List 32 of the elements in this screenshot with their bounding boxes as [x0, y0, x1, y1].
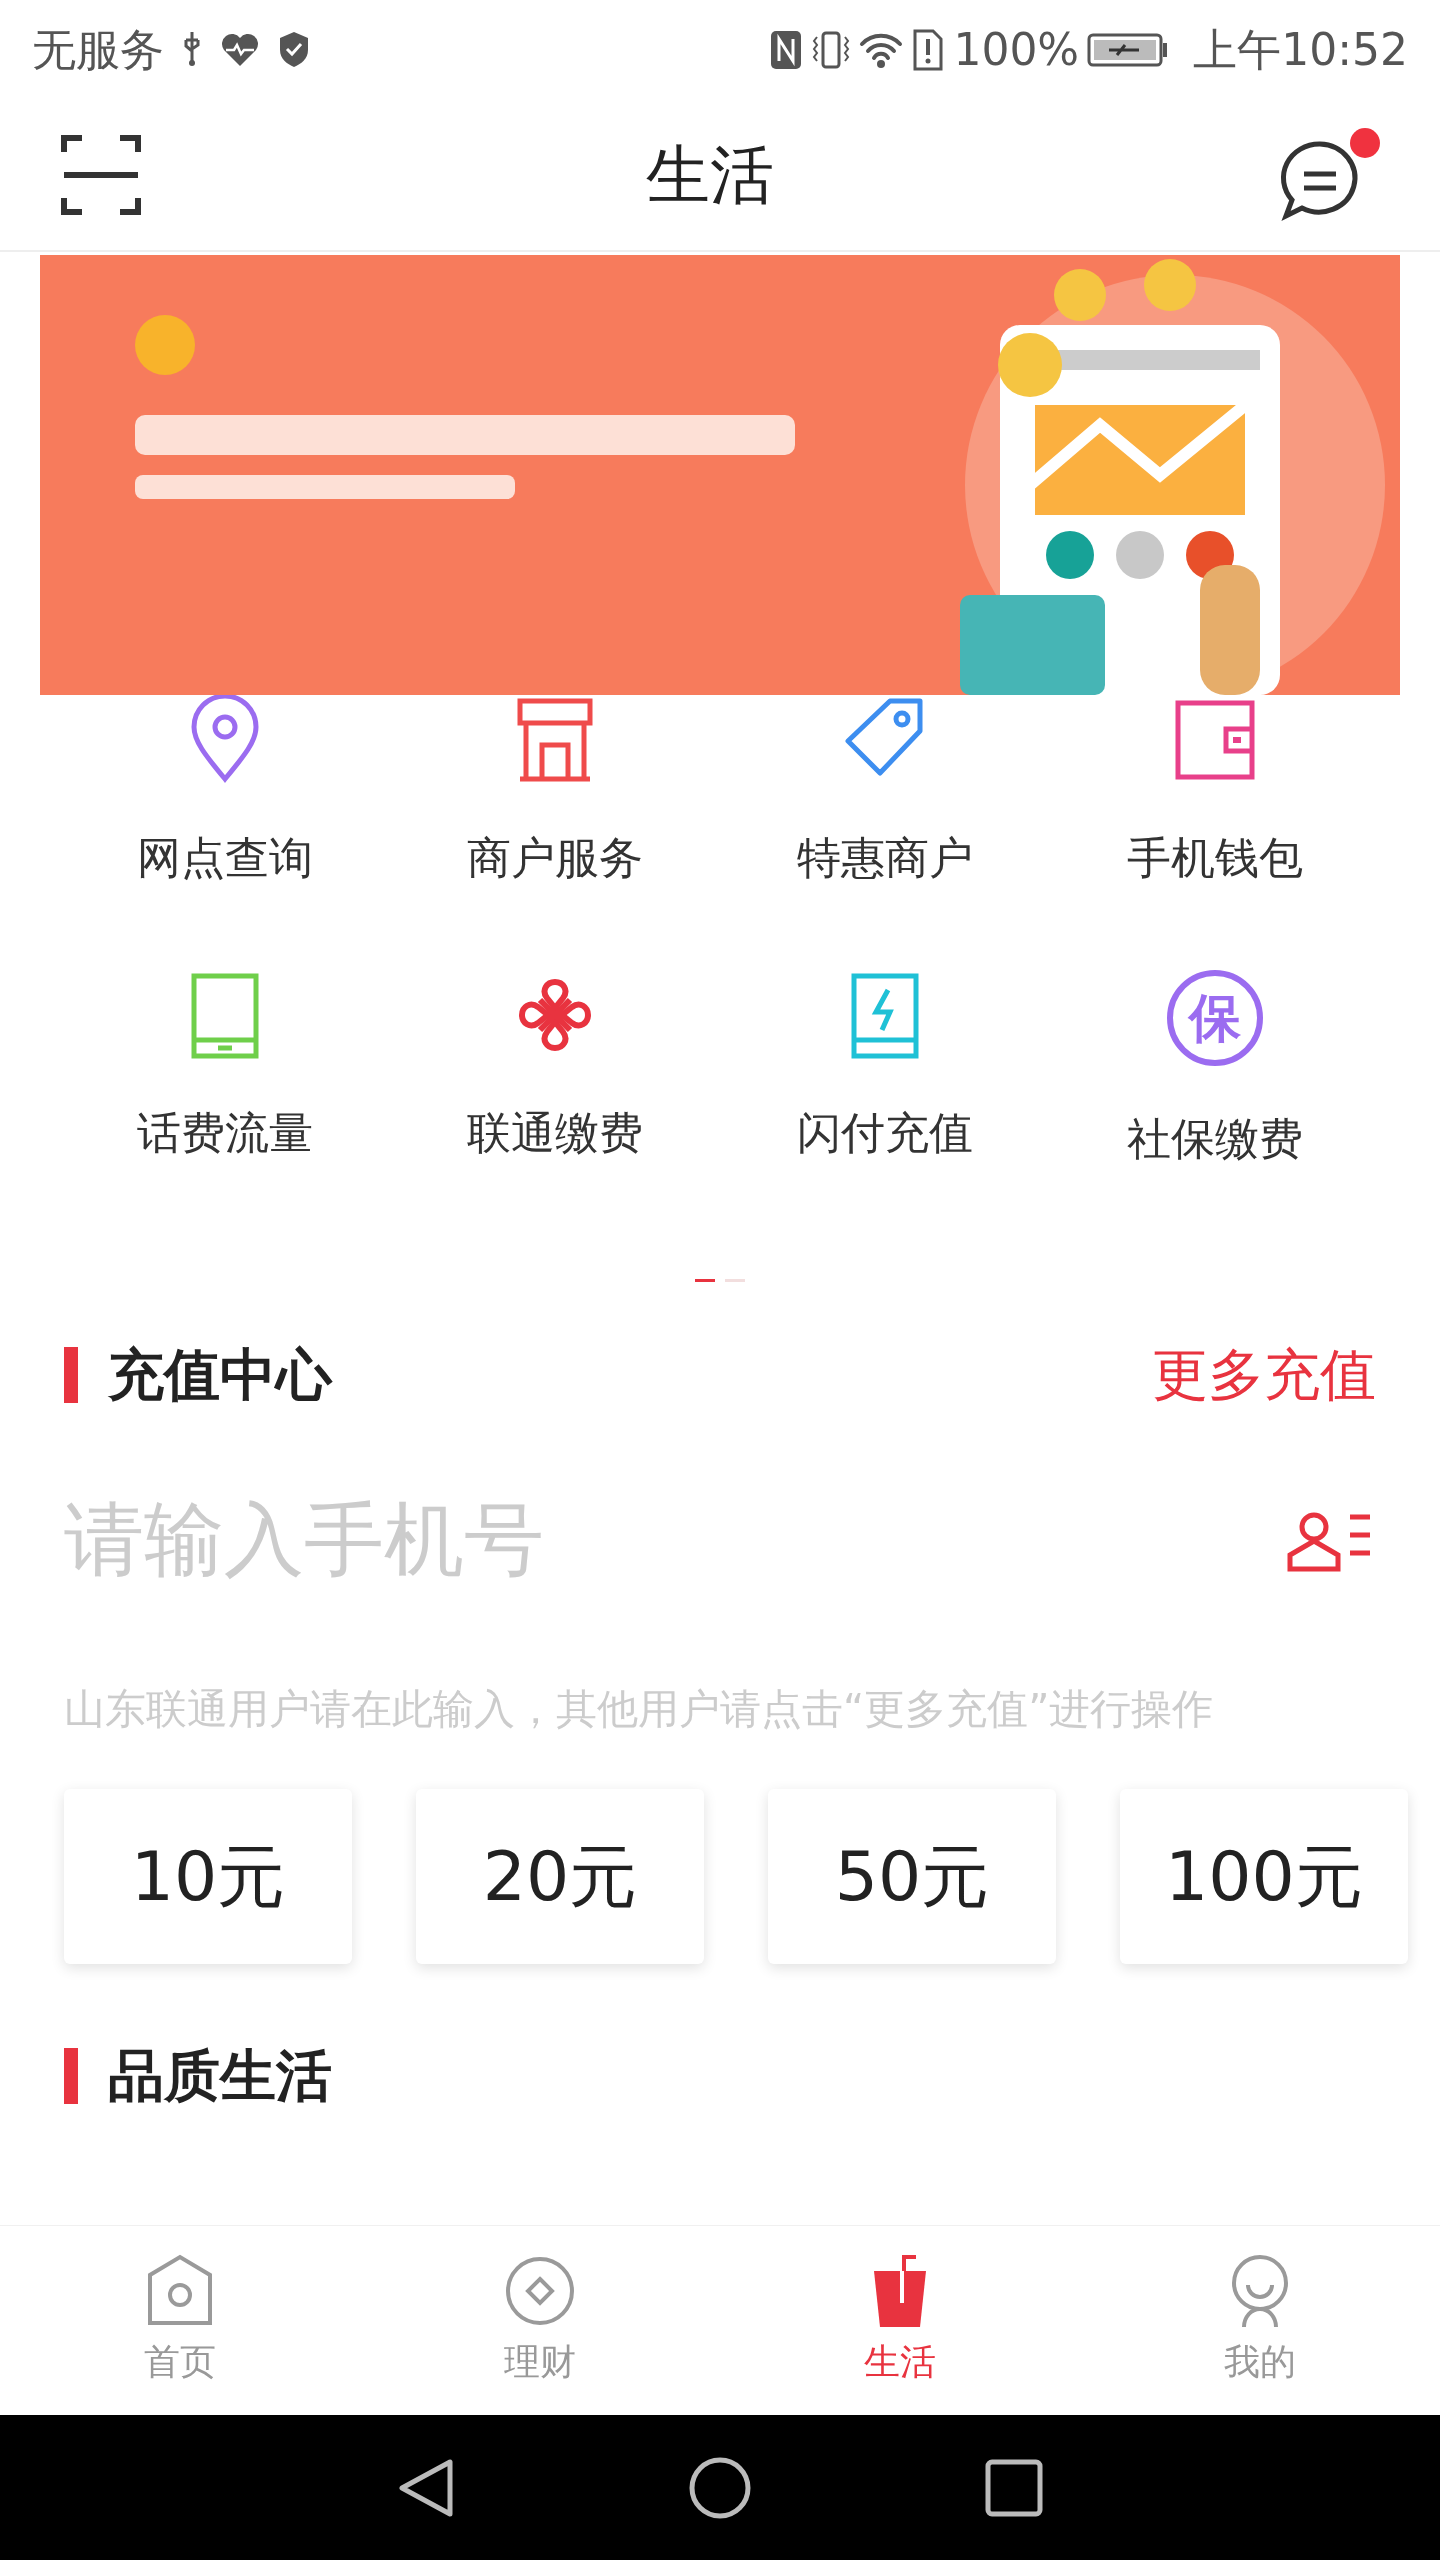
scan-icon — [60, 134, 142, 216]
amount-button[interactable]: 10元 — [64, 1789, 352, 1964]
battery-text: 100% — [953, 23, 1080, 77]
clock-text: 上午10:52 — [1193, 23, 1408, 77]
messages-button[interactable] — [1278, 128, 1380, 222]
service-item[interactable]: 网点查询 — [60, 695, 390, 970]
home-button[interactable] — [688, 2455, 752, 2520]
carrier-text: 无服务 — [32, 23, 164, 77]
home-circle-icon — [688, 2455, 752, 2520]
section-title: 品质生活 — [108, 2042, 332, 2110]
service-item[interactable]: 话费流量 — [60, 970, 390, 1245]
tab[interactable]: 生活 — [720, 2226, 1080, 2415]
sim-alert-icon — [911, 29, 946, 71]
service-item[interactable]: 保 社保缴费 — [1050, 970, 1380, 1245]
section-title: 充值中心 — [108, 1341, 332, 1409]
service-item[interactable]: 联通缴费 — [390, 970, 720, 1245]
section-marker — [64, 2048, 78, 2104]
amount-button[interactable]: 100元 — [1120, 1789, 1408, 1964]
more-recharge-link[interactable]: 更多充值 — [1152, 1333, 1376, 1417]
amount-button[interactable]: 20元 — [416, 1789, 704, 1964]
service-item[interactable]: 手机钱包 — [1050, 695, 1380, 970]
amount-button[interactable]: 50元 — [768, 1789, 1056, 1964]
battery-charging-icon — [1087, 31, 1170, 69]
service-item[interactable]: 商户服务 — [390, 695, 720, 970]
service-item[interactable]: 闪付充值 — [720, 970, 1050, 1245]
vibrate-icon — [811, 29, 852, 71]
scan-button[interactable] — [60, 134, 142, 216]
section-marker — [64, 1347, 78, 1403]
nfc-icon — [769, 29, 804, 71]
service-item[interactable]: 特惠商户 — [720, 695, 1050, 970]
seal-icon: 保 — [1167, 970, 1263, 1066]
page-title: 生活 — [646, 137, 774, 214]
